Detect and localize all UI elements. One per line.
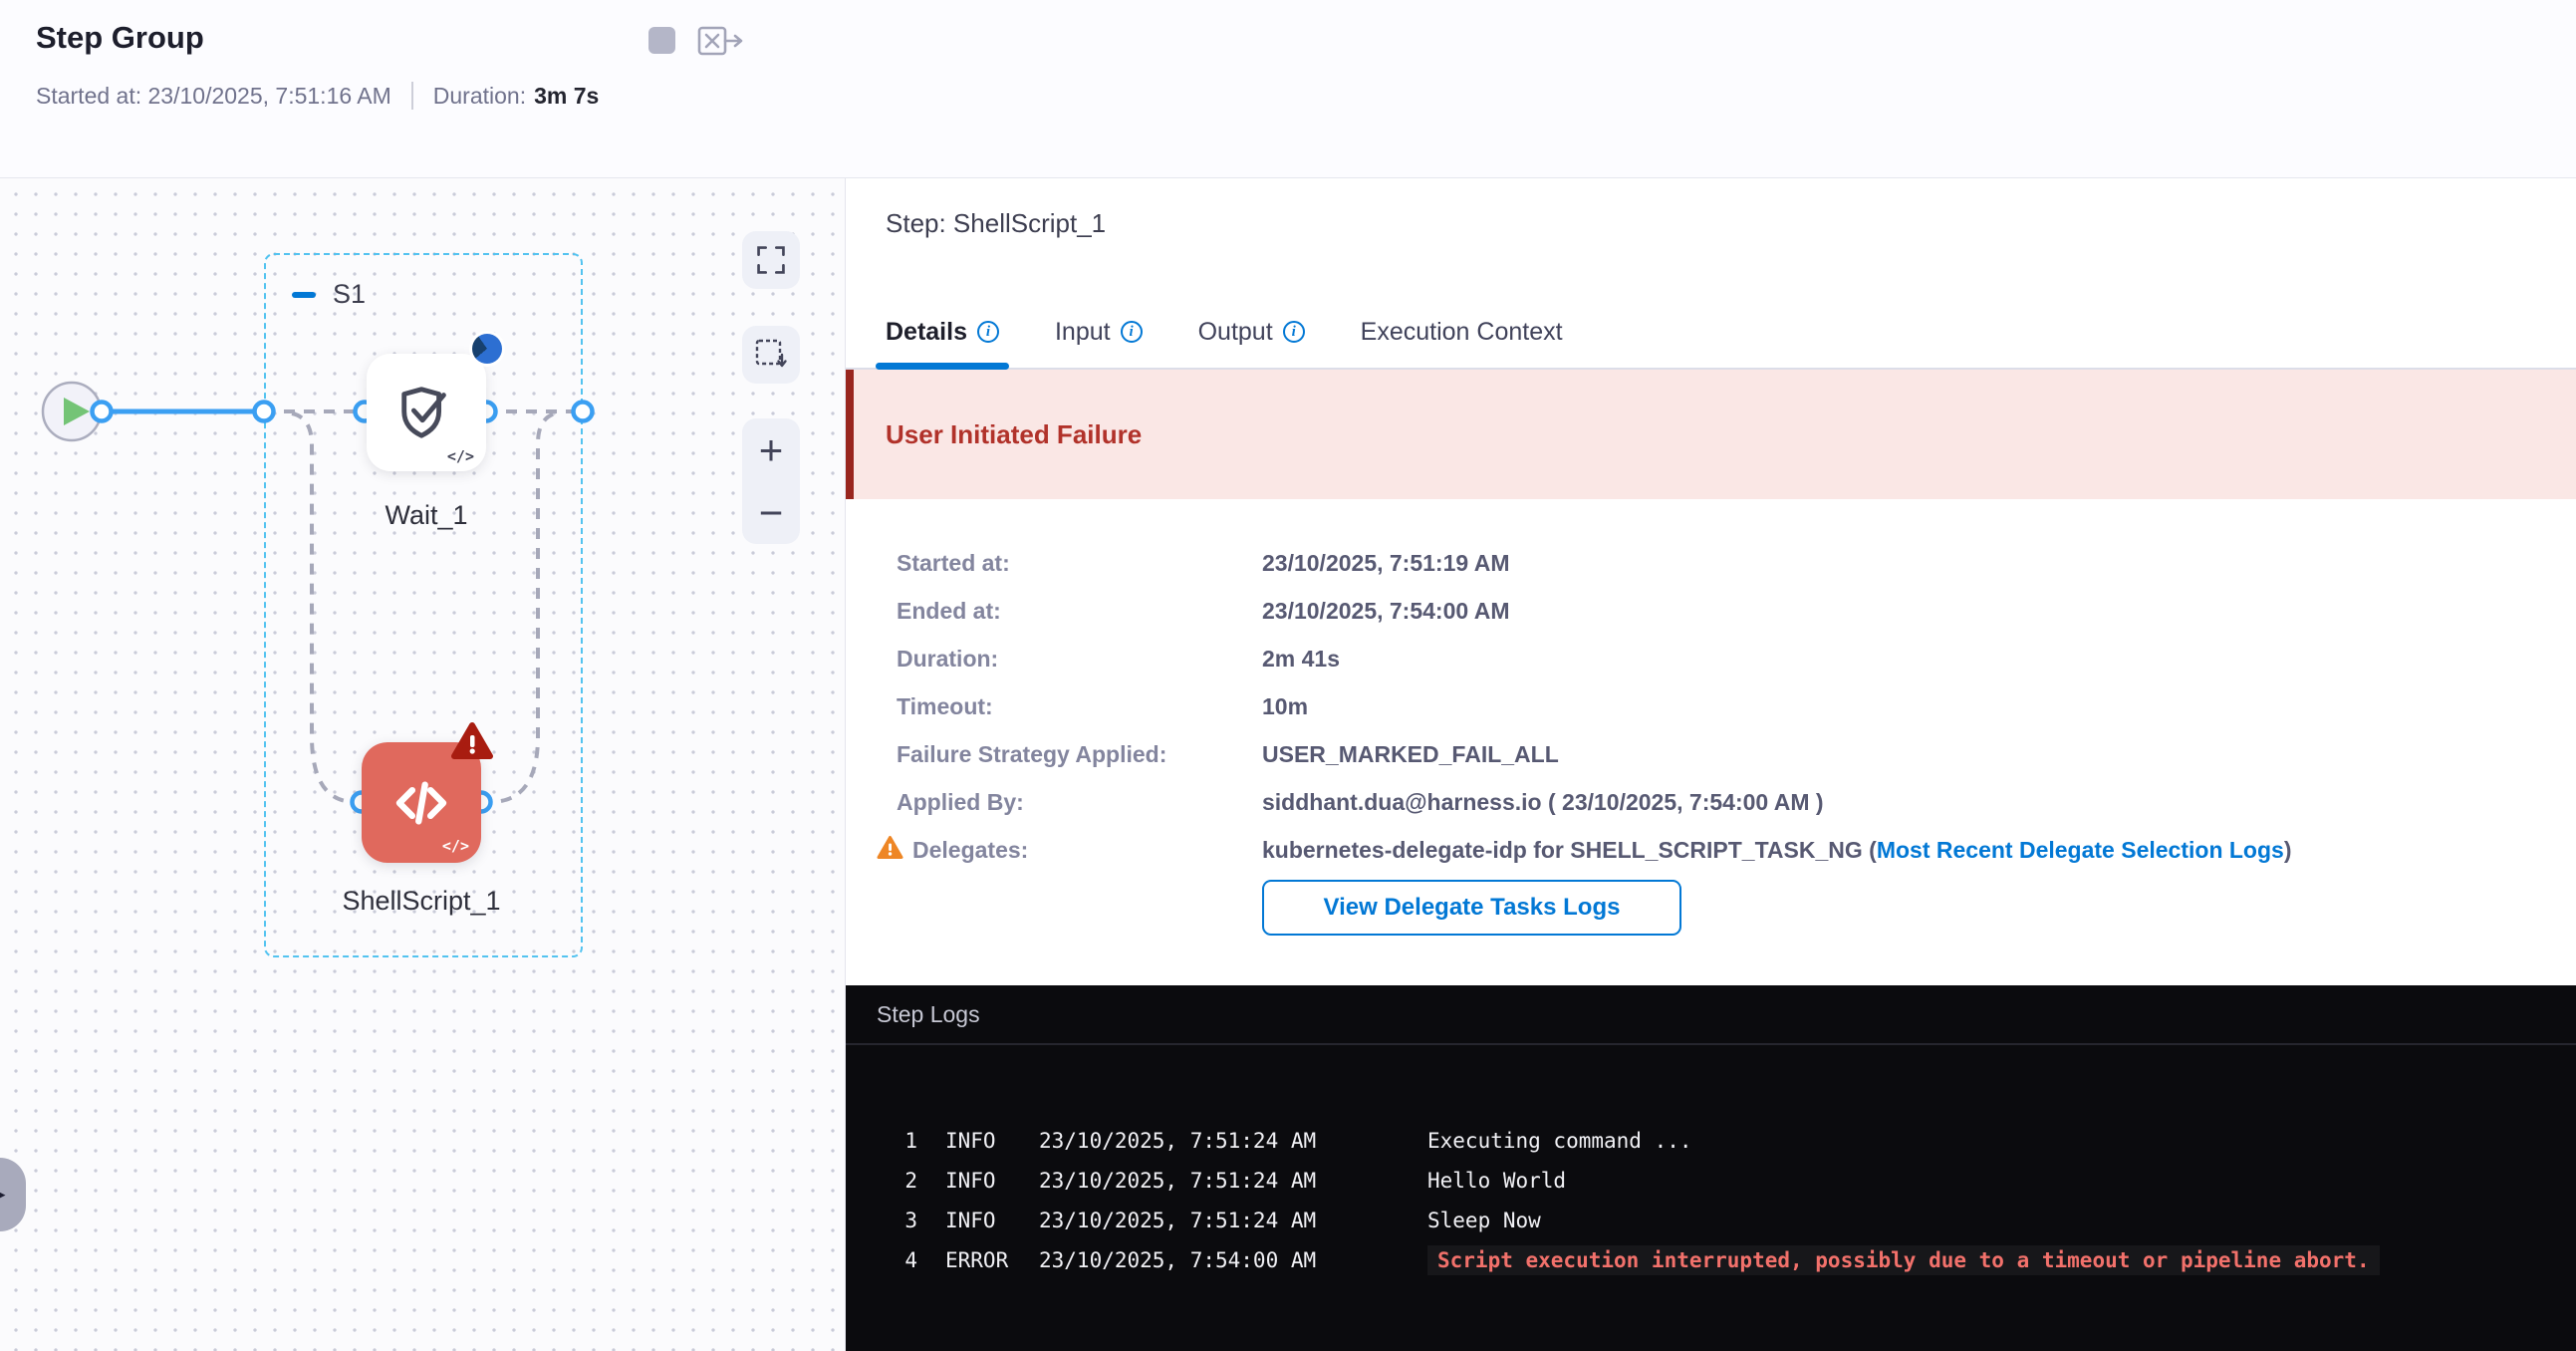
log-line: 3 INFO 23/10/2025, 7:51:24 AM Sleep Now [846,1201,2576,1240]
stop-icon[interactable] [648,27,675,54]
marquee-select-button[interactable] [742,326,800,384]
detail-row: Duration: 2m 41s [897,635,2536,682]
tab-bar: Details i Input i Output i Execution Con… [846,296,2576,370]
abort-icon[interactable] [697,24,745,63]
page-header: Step Group Started at: 23/10/2025, 7:51:… [0,0,2576,178]
started-at-value: 23/10/2025, 7:51:16 AM [148,83,391,110]
shield-check-icon [395,382,457,443]
fullscreen-button[interactable] [742,231,800,289]
view-delegate-tasks-logs-button[interactable]: View Delegate Tasks Logs [1262,880,1681,936]
log-line: 1 INFO 23/10/2025, 7:51:24 AM Executing … [846,1121,2576,1161]
duration-value: 3m 7s [534,83,599,110]
info-icon[interactable]: i [1283,321,1305,343]
info-icon[interactable]: i [977,321,999,343]
shell-script-icon [388,770,454,836]
tab-output[interactable]: Output i [1198,296,1305,368]
detail-row: Started at: 23/10/2025, 7:51:19 AM [897,539,2536,587]
edge-to-shellscript-in [292,413,362,802]
connector-port[interactable] [574,403,593,421]
connector-port[interactable] [255,403,274,421]
meta-divider [411,82,413,110]
started-at-label: Started at: [36,83,141,110]
tab-input[interactable]: Input i [1055,296,1143,368]
step-logs-title: Step Logs [877,1001,980,1028]
node-shellscript-label: ShellScript_1 [327,886,516,917]
delegate-selection-logs-link[interactable]: Most Recent Delegate Selection Logs [1877,837,2284,863]
pipeline-canvas[interactable]: S1 [0,178,845,1351]
detail-row-delegates: Delegates: kubernetes-delegate-idp for S… [897,826,2536,874]
tab-details[interactable]: Details i [886,296,999,368]
failure-banner: User Initiated Failure [846,370,2576,499]
page-title: Step Group [36,20,204,56]
code-glyph: </> [442,837,469,855]
code-glyph: </> [447,447,474,465]
detail-row: Applied By: siddhant.dua@harness.io ( 23… [897,778,2536,826]
execution-meta: Started at: 23/10/2025, 7:51:16 AM Durat… [36,82,599,110]
detail-row: Ended at: 23/10/2025, 7:54:00 AM [897,587,2536,635]
duration-label: Duration: [433,83,526,110]
detail-row: Failure Strategy Applied: USER_MARKED_FA… [897,730,2536,778]
step-logs-header: Step Logs [846,985,2576,1045]
node-wait-label: Wait_1 [332,500,521,531]
step-logs-console[interactable]: Step Logs 1 INFO 23/10/2025, 7:51:24 AM … [846,985,2576,1351]
chevron-right-icon: ▸ [0,1185,6,1205]
tab-execution-context[interactable]: Execution Context [1361,296,1563,368]
zoom-out-button[interactable]: − [742,481,800,544]
connector-port[interactable] [93,403,112,421]
info-icon[interactable]: i [1121,321,1143,343]
warning-icon [877,835,903,866]
failure-banner-text: User Initiated Failure [886,419,1142,450]
running-spinner-badge [472,334,502,364]
step-details-list: Started at: 23/10/2025, 7:51:19 AM Ended… [897,539,2536,874]
step-details-panel: Step: ShellScript_1 Details i Input i Ou… [846,178,2576,985]
log-output: 1 INFO 23/10/2025, 7:51:24 AM Executing … [846,1045,2576,1280]
marquee-select-icon [754,338,788,372]
log-line: 2 INFO 23/10/2025, 7:51:24 AM Hello Worl… [846,1161,2576,1201]
node-wait-1[interactable]: </> [367,354,486,471]
zoom-in-button[interactable]: + [742,418,800,481]
log-line-error: 4 ERROR 23/10/2025, 7:54:00 AM Script ex… [846,1240,2576,1280]
failure-badge-icon [450,721,494,767]
step-group-execution-view: Step Group Started at: 23/10/2025, 7:51:… [0,0,2576,1351]
step-title: Step: ShellScript_1 [886,208,1106,239]
zoom-controls: + − [742,418,800,544]
fullscreen-icon [755,244,787,276]
detail-row: Timeout: 10m [897,682,2536,730]
